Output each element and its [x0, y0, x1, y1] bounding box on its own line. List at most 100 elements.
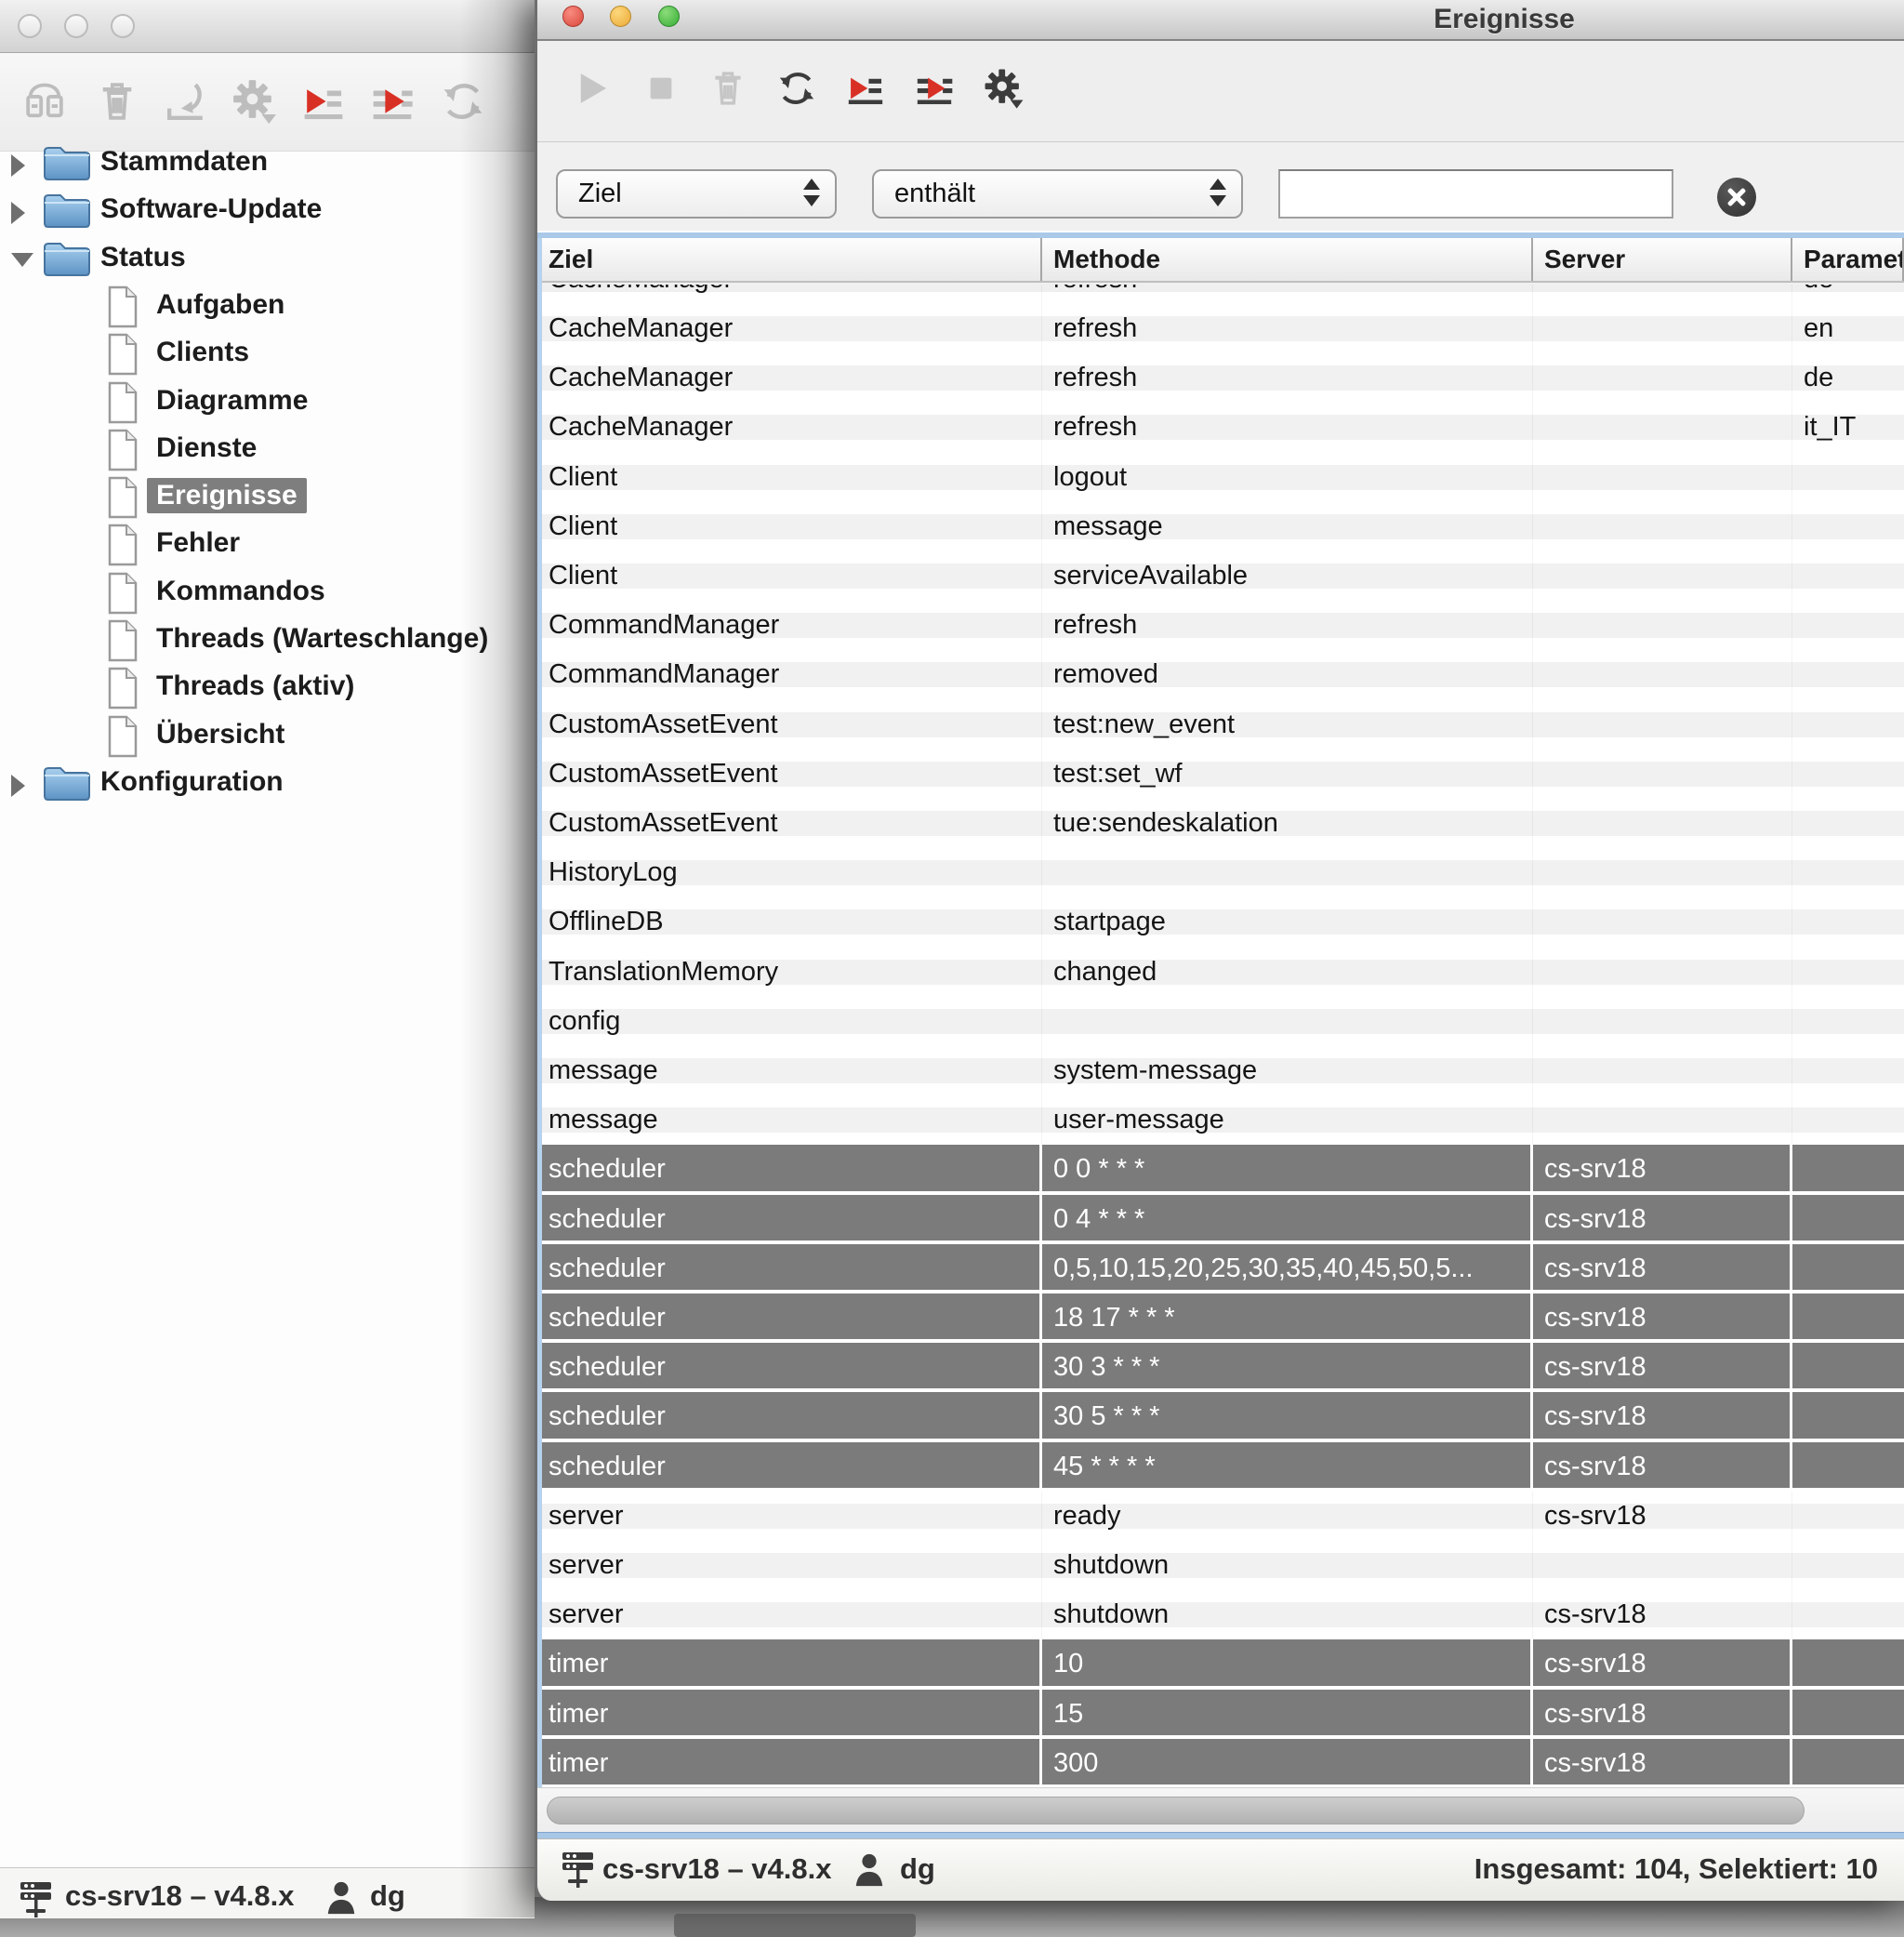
close-circle-icon[interactable] [1717, 178, 1756, 217]
horizontal-scrollbar[interactable] [537, 1787, 1904, 1833]
zoom-button[interactable] [658, 6, 680, 27]
cell-server [1533, 1046, 1792, 1095]
document-icon [106, 572, 139, 619]
sidebar-item-threads-aktiv[interactable]: Threads (aktiv) [0, 664, 535, 710]
sidebar-item-clients[interactable]: Clients [0, 330, 535, 377]
refresh-icon[interactable] [774, 65, 820, 112]
table-row[interactable]: CacheManagerrefreshit_IT [537, 403, 1904, 452]
run-all-events-icon[interactable] [366, 75, 418, 127]
table-row[interactable]: HistoryLog [537, 848, 1904, 897]
gear-menu-icon[interactable] [229, 75, 281, 127]
sidebar-item-uebersicht[interactable]: Übersicht [0, 712, 535, 759]
cell-server: cs-srv18 [1533, 1639, 1792, 1685]
table-row[interactable]: CacheManagerrefreshen [537, 304, 1904, 353]
sidebar-item-software-update[interactable]: Software-Update [0, 187, 535, 233]
disclosure-triangle-icon[interactable] [11, 202, 25, 224]
zoom-button-inactive[interactable] [111, 14, 135, 38]
cell-ziel: message [537, 1046, 1042, 1095]
scrollbar-thumb[interactable] [547, 1797, 1805, 1824]
sidebar-item-ereignisse[interactable]: Ereignisse [0, 473, 535, 520]
cell-methode: 30 3 * * * [1042, 1343, 1533, 1388]
cell-methode: system-message [1042, 1046, 1533, 1095]
table-row[interactable]: timer15cs-srv18 [537, 1690, 1904, 1739]
cell-ziel: message [537, 1095, 1042, 1145]
refresh-icon[interactable] [437, 75, 489, 127]
table-row[interactable]: Clientmessage [537, 502, 1904, 551]
run-events-icon[interactable] [298, 75, 350, 127]
table-row[interactable]: CustomAssetEventtest:new_event [537, 700, 1904, 750]
table-row[interactable]: servershutdown [537, 1541, 1904, 1590]
cell-ziel: OfflineDB [537, 897, 1042, 947]
close-button-inactive[interactable] [18, 14, 42, 38]
run-all-events-icon[interactable] [911, 65, 958, 112]
table-row[interactable]: scheduler0 4 * * *cs-srv18 [537, 1195, 1904, 1244]
sidebar-item-threads-warteschlange[interactable]: Threads (Warteschlange) [0, 617, 535, 663]
navigation-tree: StammdatenSoftware-UpdateStatusAufgabenC… [0, 139, 535, 1860]
table-row[interactable]: CustomAssetEventtue:sendeskalation [537, 799, 1904, 848]
filter-search-input[interactable] [1278, 169, 1673, 219]
table-row[interactable]: CommandManagerrefresh [537, 601, 1904, 650]
table-row[interactable]: CustomAssetEventtest:set_wf [537, 750, 1904, 799]
column-header-ziel[interactable]: Ziel [537, 238, 1042, 281]
archive-icon[interactable] [19, 75, 71, 127]
sidebar-item-status[interactable]: Status [0, 235, 535, 282]
cell-ziel: HistoryLog [537, 848, 1042, 897]
table-body: CacheManagerrefreshdeCacheManagerrefresh… [537, 285, 1904, 1901]
sidebar-item-dienste[interactable]: Dienste [0, 426, 535, 472]
table-row[interactable]: messageuser-message [537, 1095, 1904, 1145]
table-row[interactable]: timer300cs-srv18 [537, 1739, 1904, 1788]
column-header-methode[interactable]: Methode [1042, 238, 1533, 281]
filter-field-dropdown[interactable]: Ziel [556, 169, 837, 219]
table-row[interactable]: CommandManagerremoved [537, 650, 1904, 699]
table-row[interactable]: serverreadycs-srv18 [537, 1492, 1904, 1541]
table-row[interactable]: scheduler0,5,10,15,20,25,30,35,40,45,50,… [537, 1244, 1904, 1294]
sidebar-item-fehler[interactable]: Fehler [0, 521, 535, 567]
close-button[interactable] [562, 6, 584, 27]
cell-methode: serviceAvailable [1042, 551, 1533, 601]
table-row[interactable]: messagesystem-message [537, 1046, 1904, 1095]
table-row[interactable]: scheduler30 3 * * *cs-srv18 [537, 1343, 1904, 1392]
cell-parameter [1792, 848, 1904, 897]
table-row[interactable]: scheduler30 5 * * *cs-srv18 [537, 1392, 1904, 1441]
disclosure-triangle-icon[interactable] [11, 253, 33, 267]
navigator-toolbar [0, 53, 535, 152]
trash-icon[interactable] [705, 65, 751, 112]
table-row[interactable]: scheduler45 * * * *cs-srv18 [537, 1442, 1904, 1492]
column-header-parameter[interactable]: Parameter [1792, 238, 1904, 281]
cell-ziel: scheduler [537, 1195, 1042, 1240]
table-row[interactable]: Clientlogout [537, 453, 1904, 502]
sidebar-item-aufgaben[interactable]: Aufgaben [0, 283, 535, 329]
table-row-partial[interactable]: CacheManagerrefreshde [537, 285, 1904, 304]
table-row[interactable]: config [537, 997, 1904, 1046]
table-row[interactable]: scheduler0 0 * * *cs-srv18 [537, 1145, 1904, 1194]
sidebar-item-diagramme[interactable]: Diagramme [0, 378, 535, 425]
cell-parameter [1792, 1046, 1904, 1095]
server-version-label: cs-srv18 – v4.8.x [602, 1852, 832, 1886]
table-row[interactable]: ClientserviceAvailable [537, 551, 1904, 601]
table-row[interactable]: timer10cs-srv18 [537, 1639, 1904, 1689]
minimize-button[interactable] [610, 6, 631, 27]
cell-server [1533, 700, 1792, 750]
table-row[interactable]: CacheManagerrefreshde [537, 353, 1904, 403]
cell-methode: 10 [1042, 1639, 1533, 1685]
sidebar-item-stammdaten[interactable]: Stammdaten [0, 139, 535, 186]
table-row[interactable]: TranslationMemorychanged [537, 948, 1904, 997]
minimize-button-inactive[interactable] [64, 14, 88, 38]
table-row[interactable]: scheduler18 17 * * *cs-srv18 [537, 1294, 1904, 1343]
play-icon[interactable] [567, 65, 614, 112]
disclosure-triangle-icon[interactable] [11, 154, 25, 177]
disclosure-triangle-icon[interactable] [11, 775, 25, 797]
cell-parameter [1792, 453, 1904, 502]
run-events-icon[interactable] [842, 65, 889, 112]
table-row[interactable]: servershutdowncs-srv18 [537, 1590, 1904, 1639]
events-table: ZielMethodeServerParameter CacheManagerr… [537, 231, 1904, 1832]
sidebar-item-konfiguration[interactable]: Konfiguration [0, 760, 535, 806]
table-row[interactable]: OfflineDBstartpage [537, 897, 1904, 947]
stop-icon[interactable] [638, 65, 684, 112]
filter-operator-dropdown[interactable]: enthält [872, 169, 1243, 219]
sidebar-item-kommandos[interactable]: Kommandos [0, 569, 535, 616]
trash-icon[interactable] [91, 75, 143, 127]
column-header-server[interactable]: Server [1533, 238, 1792, 281]
import-icon[interactable] [160, 75, 212, 127]
gear-menu-icon[interactable] [981, 65, 1027, 112]
